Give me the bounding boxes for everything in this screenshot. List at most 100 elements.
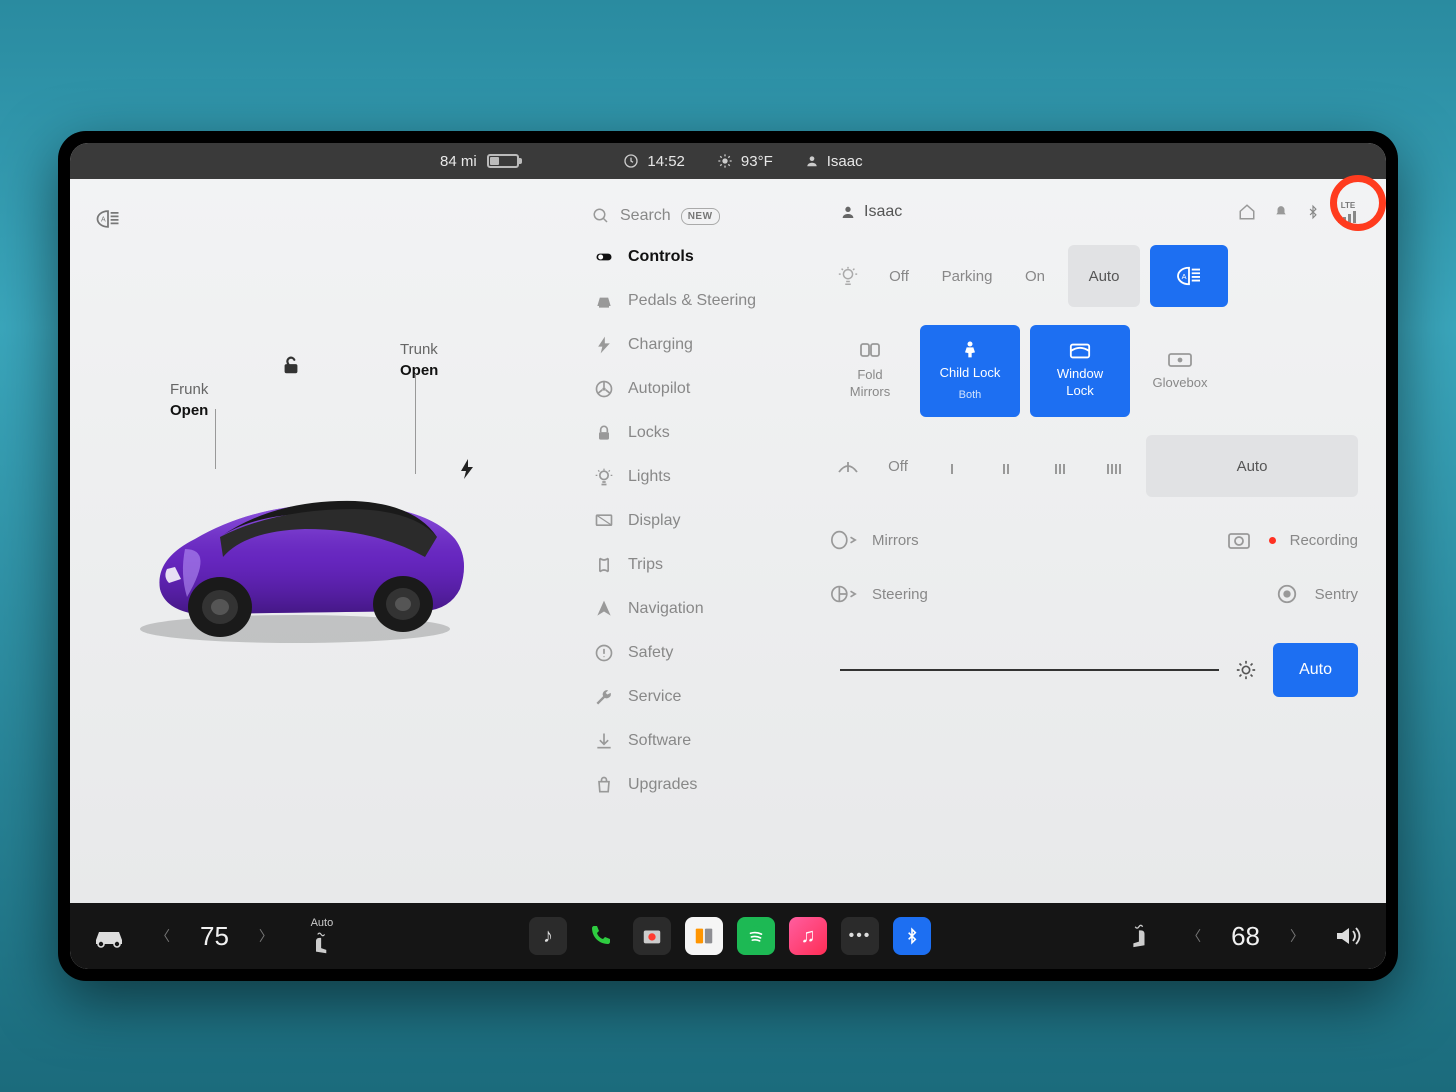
nav-item-controls[interactable]: Controls bbox=[580, 235, 820, 279]
glovebox-button[interactable]: Glovebox bbox=[1140, 325, 1220, 417]
right-temp-down[interactable]: 〈 bbox=[1187, 926, 1201, 946]
nav-item-pedals-steering[interactable]: Pedals & Steering bbox=[580, 279, 820, 323]
steering-adjust[interactable]: Steering bbox=[830, 583, 928, 605]
fold-mirrors-button[interactable]: Fold Mirrors bbox=[830, 325, 910, 417]
safety-icon bbox=[594, 643, 614, 663]
unlock-icon[interactable] bbox=[280, 354, 302, 376]
glovebox-label: Glovebox bbox=[1153, 375, 1208, 392]
dashcam-recording[interactable]: Recording bbox=[1227, 529, 1358, 551]
brightness-slider[interactable] bbox=[840, 669, 1219, 671]
camera-app-icon[interactable] bbox=[633, 917, 671, 955]
nav-item-label: Display bbox=[628, 512, 680, 530]
recording-dot-icon bbox=[1269, 537, 1276, 544]
bottom-app-bar: 〈 75 〉 Auto ♪ bbox=[70, 903, 1386, 969]
seat-heat-icon bbox=[309, 931, 335, 955]
more-apps-icon[interactable]: ••• bbox=[841, 917, 879, 955]
sun-icon bbox=[717, 153, 733, 169]
left-seat-heat[interactable]: Auto bbox=[309, 917, 335, 955]
glovebox-icon bbox=[1167, 351, 1193, 369]
controls-panel: Isaac LTE bbox=[820, 179, 1386, 903]
nav-item-safety[interactable]: Safety bbox=[580, 631, 820, 675]
nav-item-navigation[interactable]: Navigation bbox=[580, 587, 820, 631]
nav-item-upgrades[interactable]: Upgrades bbox=[580, 763, 820, 807]
fold-mirrors-label: Fold Mirrors bbox=[850, 367, 890, 401]
lights-parking[interactable]: Parking bbox=[932, 245, 1002, 307]
nav-item-trips[interactable]: Trips bbox=[580, 543, 820, 587]
left-temp-value[interactable]: 75 bbox=[186, 921, 243, 952]
nav-item-lights[interactable]: Lights bbox=[580, 455, 820, 499]
phone-app-icon[interactable] bbox=[581, 917, 619, 955]
camera-icon bbox=[1227, 529, 1255, 551]
music-app-icon[interactable]: ♪ bbox=[529, 917, 567, 955]
nav-item-charging[interactable]: Charging bbox=[580, 323, 820, 367]
volume-icon[interactable] bbox=[1334, 924, 1364, 948]
screen: 84 mi 14:52 93°F Isaac A bbox=[70, 143, 1386, 969]
wipers-speed-3[interactable] bbox=[1038, 435, 1082, 497]
mirrors-adjust-label: Mirrors bbox=[872, 532, 919, 549]
cellular-signal[interactable]: LTE bbox=[1338, 201, 1358, 223]
spotify-app-icon[interactable] bbox=[737, 917, 775, 955]
download-icon bbox=[594, 731, 614, 751]
lights-parking-label: Parking bbox=[942, 268, 993, 285]
wipers-speed-1[interactable] bbox=[930, 435, 974, 497]
window-lock-label: Window Lock bbox=[1057, 366, 1103, 400]
wipers-auto-label: Auto bbox=[1237, 458, 1268, 475]
wipers-speed-2[interactable] bbox=[984, 435, 1028, 497]
seat-auto-label: Auto bbox=[311, 917, 334, 929]
lights-off-label: Off bbox=[889, 268, 909, 285]
search-row[interactable]: Search NEW bbox=[580, 197, 820, 235]
car-icon[interactable] bbox=[92, 924, 126, 948]
svg-text:A: A bbox=[1182, 272, 1187, 281]
calendar-app-icon[interactable] bbox=[685, 917, 723, 955]
profile-selector[interactable]: Isaac bbox=[840, 203, 902, 221]
bluetooth-app-icon[interactable] bbox=[893, 917, 931, 955]
child-lock-sub: Both bbox=[959, 388, 982, 402]
nav-item-label: Safety bbox=[628, 644, 673, 662]
apple-music-app-icon[interactable]: ♫ bbox=[789, 917, 827, 955]
mirror-adjust-icon bbox=[830, 529, 858, 551]
nav-item-label: Charging bbox=[628, 336, 693, 354]
range-cluster: 84 mi bbox=[440, 153, 519, 170]
nav-item-label: Lights bbox=[628, 468, 671, 486]
trunk-label-text: Trunk bbox=[400, 341, 438, 358]
sentry-mode[interactable]: Sentry bbox=[1273, 583, 1358, 605]
brightness-auto-button[interactable]: Auto bbox=[1273, 643, 1358, 697]
profile-cluster[interactable]: Isaac bbox=[805, 153, 863, 170]
display-icon bbox=[594, 511, 614, 531]
wipers-speed-4[interactable] bbox=[1092, 435, 1136, 497]
battery-icon bbox=[487, 154, 519, 168]
trunk-button[interactable]: Trunk Open bbox=[400, 339, 438, 381]
lights-on[interactable]: On bbox=[1012, 245, 1058, 307]
lights-off[interactable]: Off bbox=[876, 245, 922, 307]
notifications-icon[interactable] bbox=[1274, 203, 1288, 221]
settings-nav: Search NEW ControlsPedals & Steering Char… bbox=[580, 179, 820, 903]
lights-auto[interactable]: Auto bbox=[1068, 245, 1140, 307]
wipers-icon-box bbox=[830, 435, 866, 497]
left-temp-down[interactable]: 〈 bbox=[156, 926, 170, 946]
left-temp-up[interactable]: 〉 bbox=[259, 926, 273, 946]
nav-item-autopilot[interactable]: Autopilot bbox=[580, 367, 820, 411]
right-temp-value[interactable]: 68 bbox=[1217, 921, 1274, 952]
lte-label: LTE bbox=[1341, 201, 1356, 210]
nav-item-locks[interactable]: Locks bbox=[580, 411, 820, 455]
right-temp-up[interactable]: 〉 bbox=[1290, 926, 1304, 946]
homelink-icon[interactable] bbox=[1238, 203, 1256, 221]
wipers-auto[interactable]: Auto bbox=[1146, 435, 1358, 497]
child-lock-button[interactable]: Child Lock Both bbox=[920, 325, 1020, 417]
headlights-button[interactable]: A bbox=[1150, 245, 1228, 307]
app-tray: ♪ ♫ ••• bbox=[529, 917, 931, 955]
frunk-state: Open bbox=[170, 402, 208, 419]
bluetooth-icon[interactable] bbox=[1306, 202, 1320, 222]
nav-item-service[interactable]: Service bbox=[580, 675, 820, 719]
frunk-button[interactable]: Frunk Open bbox=[170, 379, 208, 421]
wipers-off[interactable]: Off bbox=[876, 435, 920, 497]
trunk-state: Open bbox=[400, 362, 438, 379]
search-label: Search bbox=[620, 207, 671, 225]
lock-icon bbox=[594, 423, 614, 443]
quick-actions-row: Fold Mirrors Child Lock Both Window Lock… bbox=[830, 325, 1358, 417]
right-seat-heat[interactable] bbox=[1125, 923, 1151, 949]
window-lock-button[interactable]: Window Lock bbox=[1030, 325, 1130, 417]
nav-item-display[interactable]: Display bbox=[580, 499, 820, 543]
mirrors-adjust[interactable]: Mirrors bbox=[830, 529, 919, 551]
nav-item-software[interactable]: Software bbox=[580, 719, 820, 763]
